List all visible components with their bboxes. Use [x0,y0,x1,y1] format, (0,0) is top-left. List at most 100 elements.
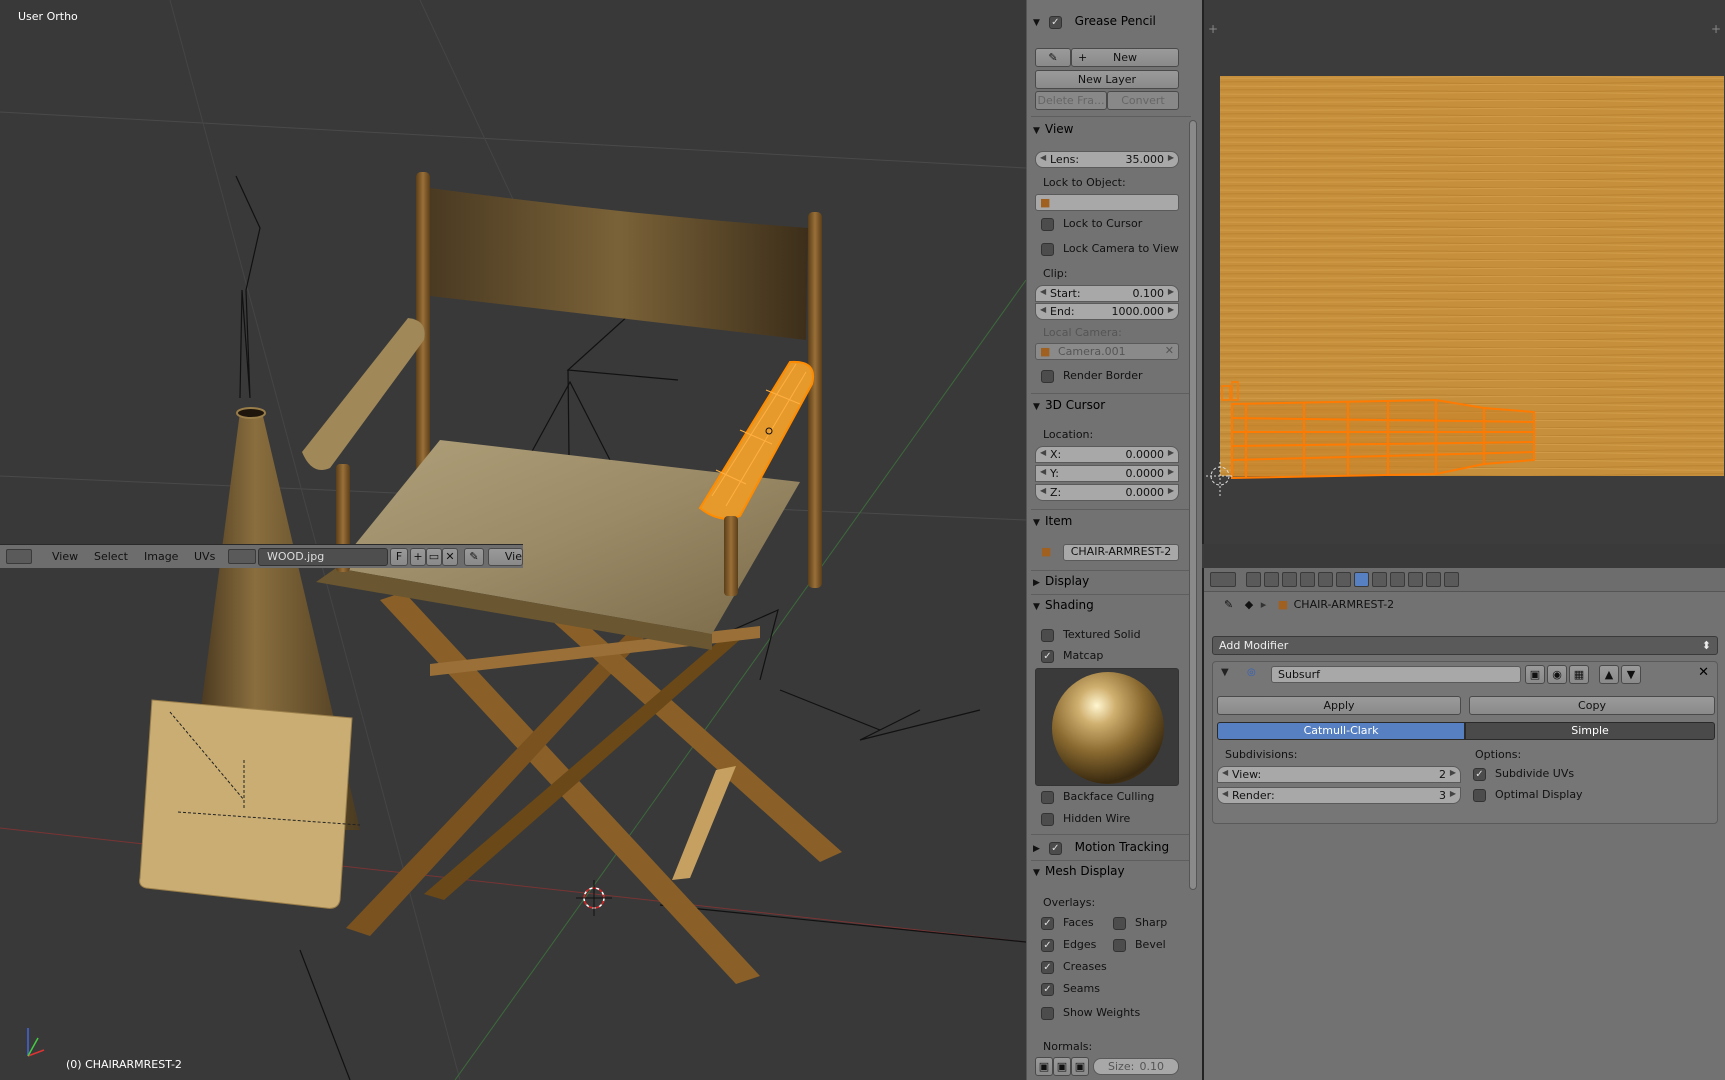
material-tab-icon[interactable] [1390,572,1405,587]
collapse-triangle-icon[interactable]: ▼ [1221,667,1229,678]
new-layer-button[interactable]: New Layer [1035,70,1179,89]
edges-checkbox[interactable]: ✓ Edges [1041,938,1096,954]
delete-frame-button[interactable]: Delete Fra... [1035,91,1107,110]
textured-solid-checkbox[interactable]: Textured Solid [1041,628,1141,644]
menu-image[interactable]: Image [144,550,178,563]
local-camera-field[interactable]: ■ Camera.001 ✕ [1035,343,1179,360]
section-shading[interactable]: ▼ Shading [1033,598,1185,618]
arrow-right-icon[interactable]: ▶ [1450,768,1456,777]
checkbox-icon[interactable]: ✓ [1041,960,1054,974]
pin-icon[interactable]: ✎ [1224,598,1233,611]
particles-tab-icon[interactable] [1426,572,1441,587]
checkbox-icon[interactable]: ✓ [1041,916,1054,930]
backface-culling-checkbox[interactable]: Backface Culling [1041,790,1154,806]
show-weights-checkbox[interactable]: Show Weights [1041,1006,1140,1022]
data-tab-icon[interactable] [1372,572,1387,587]
item-name-field[interactable]: CHAIR-ARMREST-2 [1063,544,1179,561]
unlink-image-icon[interactable]: ✕ [442,548,458,566]
section-item[interactable]: ▼ Item [1033,514,1185,534]
properties-shelf[interactable]: ▼ ✓ Grease Pencil ✎ + New New Layer Delet… [1026,0,1202,1080]
move-down-icon[interactable]: ▼ [1621,665,1641,684]
checkbox-icon[interactable]: ✓ [1041,649,1054,663]
editor-type-icon[interactable] [1210,572,1236,587]
open-image-icon[interactable]: ▭ [426,548,442,566]
image-editor[interactable]: + + [1202,0,1725,544]
object-tab-icon[interactable] [1318,572,1333,587]
move-up-icon[interactable]: ▲ [1599,665,1619,684]
chair-upright-right[interactable] [808,212,822,588]
render-border-checkbox[interactable]: Render Border [1041,369,1143,385]
checkbox-icon[interactable] [1041,812,1054,826]
split-normals-icon[interactable]: ▣ [1053,1057,1071,1076]
collapse-triangle-icon[interactable]: ▼ [1033,868,1045,878]
image-name-field[interactable]: WOOD.jpg [258,548,388,566]
pencil-tool-button[interactable]: ✎ [1035,48,1071,67]
checkbox-icon[interactable] [1041,217,1054,231]
section-view[interactable]: ▼ View [1033,122,1185,142]
section-3d-cursor[interactable]: ▼ 3D Cursor [1033,398,1185,418]
close-icon[interactable]: ✕ [1165,344,1174,357]
checkbox-icon[interactable] [1473,788,1486,802]
viewport-scene[interactable] [0,0,1026,1080]
section-grease-pencil[interactable]: ▼ ✓ Grease Pencil [1033,14,1185,34]
checkbox-icon[interactable] [1113,938,1126,952]
add-modifier-dropdown[interactable]: Add Modifier ⬍ [1212,636,1718,655]
arrow-right-icon[interactable]: ▶ [1168,467,1174,476]
expand-triangle-icon[interactable]: ▶ [1033,844,1045,854]
clip-end-field[interactable]: ◀ End: 1000.000 ▶ [1035,303,1179,320]
image-browse-icon[interactable] [228,549,256,564]
chair-back[interactable] [430,188,808,340]
simple-option[interactable]: Simple [1465,722,1715,740]
chair-armrest-left[interactable] [302,318,425,470]
pin-icon[interactable]: ✎ [464,548,484,566]
clip-start-field[interactable]: ◀ Start: 0.100 ▶ [1035,285,1179,302]
checkbox-icon[interactable] [1041,628,1054,642]
subdiv-view-field[interactable]: ◀ View: 2 ▶ [1217,766,1461,783]
close-icon[interactable]: ✕ [1698,665,1709,680]
arrow-right-icon[interactable]: ▶ [1168,448,1174,457]
arrow-right-icon[interactable]: ▶ [1168,153,1174,162]
checkbox-icon[interactable] [1041,369,1054,383]
scrollbar[interactable] [1189,120,1197,890]
image-editor-header[interactable]: View Select Image UVs WOOD.jpg F + ▭ ✕ ✎… [0,544,523,568]
eye-icon[interactable]: ◉ [1547,665,1567,684]
arrow-right-icon[interactable]: ▶ [1168,287,1174,296]
properties-editor[interactable]: ✎ ◆ ▸ ■ CHAIR-ARMREST-2 Add Modifier ⬍ ▼ … [1202,568,1725,1080]
render-toggle-icon[interactable]: ▣ [1525,665,1545,684]
seams-checkbox[interactable]: ✓ Seams [1041,982,1100,998]
collapse-triangle-icon[interactable]: ▼ [1033,518,1045,528]
menu-uvs[interactable]: UVs [194,550,215,563]
properties-tabs[interactable] [1204,568,1725,592]
checkbox-icon[interactable]: ✓ [1048,15,1062,29]
3d-viewport[interactable]: User Ortho (0) CHAIRARMREST-2 [0,0,1026,1080]
uv-canvas[interactable] [1204,0,1725,544]
checkbox-icon[interactable] [1113,916,1126,930]
bevel-checkbox[interactable]: Bevel [1113,938,1166,954]
gp-new-button[interactable]: + New [1071,48,1179,67]
section-mesh-display[interactable]: ▼ Mesh Display [1033,864,1185,884]
lock-to-cursor-checkbox[interactable]: Lock to Cursor [1041,217,1142,233]
arrow-left-icon[interactable]: ◀ [1222,768,1228,777]
arrow-left-icon[interactable]: ◀ [1040,448,1046,457]
menu-view[interactable]: View [52,550,78,563]
new-image-icon[interactable]: + [410,548,426,566]
arrow-left-icon[interactable]: ◀ [1040,305,1046,314]
checkbox-icon[interactable]: ✓ [1041,982,1054,996]
view-mode-select[interactable]: Vie [488,548,523,566]
modifier-name-field[interactable]: Subsurf [1271,666,1521,683]
section-display[interactable]: ▶ Display [1033,574,1185,594]
arrow-left-icon[interactable]: ◀ [1040,287,1046,296]
collapse-triangle-icon[interactable]: ▼ [1033,402,1045,412]
subdivide-uvs-checkbox[interactable]: ✓ Subdivide UVs [1473,767,1574,783]
collapse-triangle-icon[interactable]: ▼ [1033,126,1045,136]
checkbox-icon[interactable] [1041,1006,1054,1020]
checkbox-icon[interactable]: ✓ [1473,767,1486,781]
world-tab-icon[interactable] [1300,572,1315,587]
render-layers-tab-icon[interactable] [1264,572,1279,587]
catmull-clark-option[interactable]: Catmull-Clark [1217,722,1465,740]
arrow-right-icon[interactable]: ▶ [1450,789,1456,798]
optimal-display-checkbox[interactable]: Optimal Display [1473,788,1583,804]
sharp-checkbox[interactable]: Sharp [1113,916,1167,932]
subsurf-modifier-panel[interactable]: ▼ ◎ Subsurf ▣ ◉ ▦ ▲ ▼ ✕ Apply Copy Catmu… [1212,661,1718,824]
creases-checkbox[interactable]: ✓ Creases [1041,960,1107,976]
